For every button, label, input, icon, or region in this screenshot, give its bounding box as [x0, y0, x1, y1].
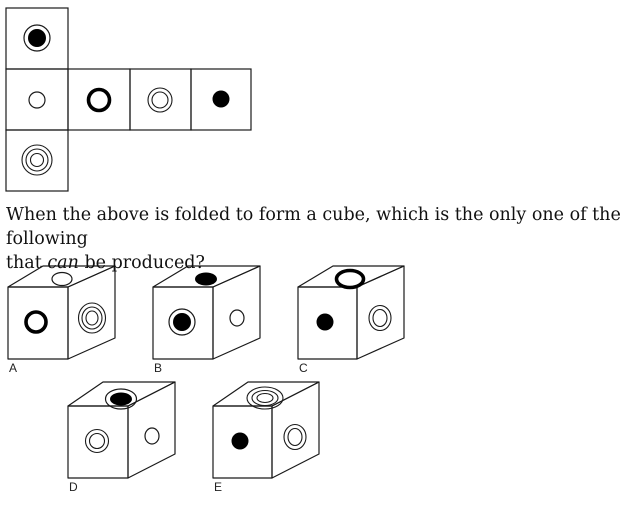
- question-text: When the above is folded to form a cube,…: [6, 203, 633, 275]
- thick-ring-icon: [24, 310, 48, 334]
- option-b-label: B: [154, 361, 162, 375]
- option-a-cube[interactable]: A: [7, 265, 116, 375]
- option-d-label: D: [69, 480, 78, 494]
- filled-ringed-circle-icon: [168, 308, 196, 336]
- option-a-label: A: [9, 361, 17, 375]
- triple-circle-icon: [77, 302, 107, 334]
- net-square-left: [5, 68, 69, 131]
- small-circle-icon: [28, 91, 46, 109]
- small-circle-icon: [144, 427, 160, 445]
- filled-ringed-circle-icon: [23, 24, 51, 52]
- net-square-center: [67, 68, 131, 131]
- net-square-bottom: [5, 129, 69, 192]
- double-circle-icon: [147, 87, 173, 113]
- net-square-right: [129, 68, 192, 131]
- triple-circle-icon: [246, 386, 284, 410]
- thick-ring-icon: [86, 87, 112, 113]
- double-circle-icon: [368, 304, 392, 332]
- option-d-cube[interactable]: D: [67, 381, 176, 494]
- double-circle-icon: [283, 423, 307, 451]
- small-circle-icon: [229, 309, 245, 327]
- question-emphasis: can: [47, 253, 79, 273]
- double-circle-icon: [84, 428, 110, 454]
- question-line-1: When the above is folded to form a cube,…: [6, 205, 621, 249]
- option-c-label: C: [299, 361, 308, 375]
- option-e-label: E: [214, 480, 222, 494]
- question-line-2-start: that: [6, 253, 42, 273]
- option-c-cube[interactable]: C: [297, 265, 405, 375]
- triple-circle-icon: [21, 144, 53, 176]
- filled-dot-icon: [231, 432, 249, 450]
- option-b-cube[interactable]: B: [152, 265, 261, 375]
- option-e-cube[interactable]: E: [212, 381, 320, 494]
- question-line-2-end: be produced?: [84, 253, 205, 273]
- filled-dot-icon: [212, 90, 230, 108]
- filled-dot-icon: [316, 313, 334, 331]
